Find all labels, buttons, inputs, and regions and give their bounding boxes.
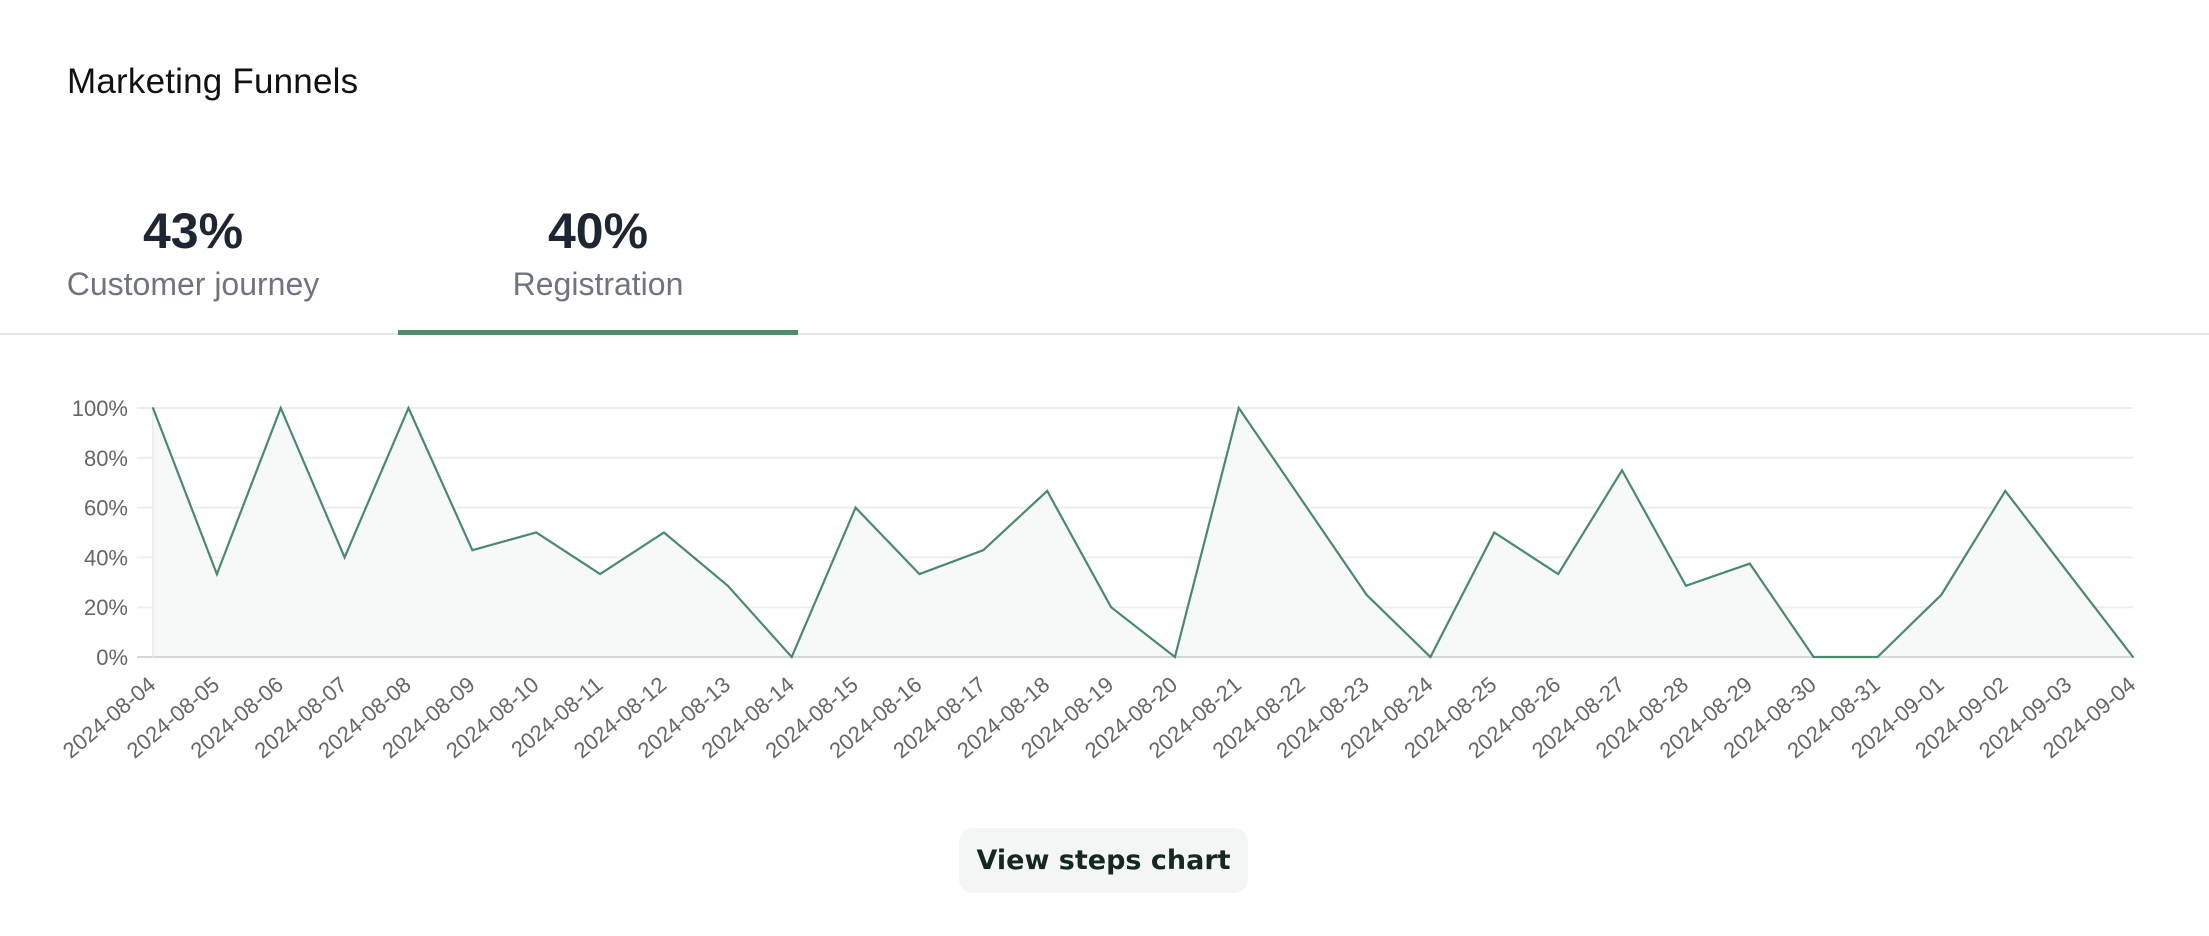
data-point [1876,656,1879,658]
y-tick-label: 20% [84,595,128,620]
y-tick-label: 100% [72,396,128,421]
data-point [982,549,985,552]
data-point [1621,469,1624,472]
data-point [343,556,346,559]
data-point [535,531,538,534]
data-point [599,573,602,576]
data-point [726,584,729,587]
view-steps-chart-button[interactable]: View steps chart [959,828,1248,893]
page-title: Marketing Funnels [67,62,359,101]
funnel-tabs: 43% Customer journey 40% Registration [0,180,2209,335]
x-axis-ticks: 2024-08-042024-08-052024-08-062024-08-07… [58,672,2140,763]
y-tick-label: 60% [84,496,128,521]
series-area [153,408,2133,657]
data-point [1493,531,1496,534]
data-point [2132,656,2134,658]
data-point [1365,593,1368,596]
data-point [1812,656,1815,658]
data-point [918,573,921,576]
tab-value: 40% [547,203,649,259]
data-point [1301,500,1304,503]
data-point [1748,562,1751,565]
data-point [471,549,474,552]
data-point [2004,489,2007,492]
data-point [1940,593,1943,596]
y-axis-ticks: 0% 20% 40% 60% 80% 100% [72,396,128,670]
data-point [2068,573,2071,576]
data-point [1557,573,1560,576]
data-point [790,656,793,658]
conversion-chart: 0% 20% 40% 60% 80% 100% 2024-08-042024-08-052… [58,396,2140,763]
tab-value: 43% [142,203,244,259]
tab-label: Registration [512,266,684,302]
y-tick-label: 80% [84,446,128,471]
data-point [1237,407,1240,409]
data-point [1429,656,1432,658]
data-point [854,506,857,509]
y-tick-label: 40% [84,545,128,570]
tab-registration[interactable]: 40% Registration [398,180,798,335]
tab-label: Customer journey [66,266,320,302]
data-point [152,407,154,409]
tab-customer-journey[interactable]: 43% Customer journey [43,180,343,331]
data-point [1110,606,1113,609]
data-point [407,407,410,409]
data-point [279,407,282,409]
data-point [215,573,218,576]
data-point [1046,489,1049,492]
data-point [662,531,665,534]
data-point [1173,656,1176,658]
y-tick-label: 0% [96,645,128,670]
data-point [1684,584,1687,587]
